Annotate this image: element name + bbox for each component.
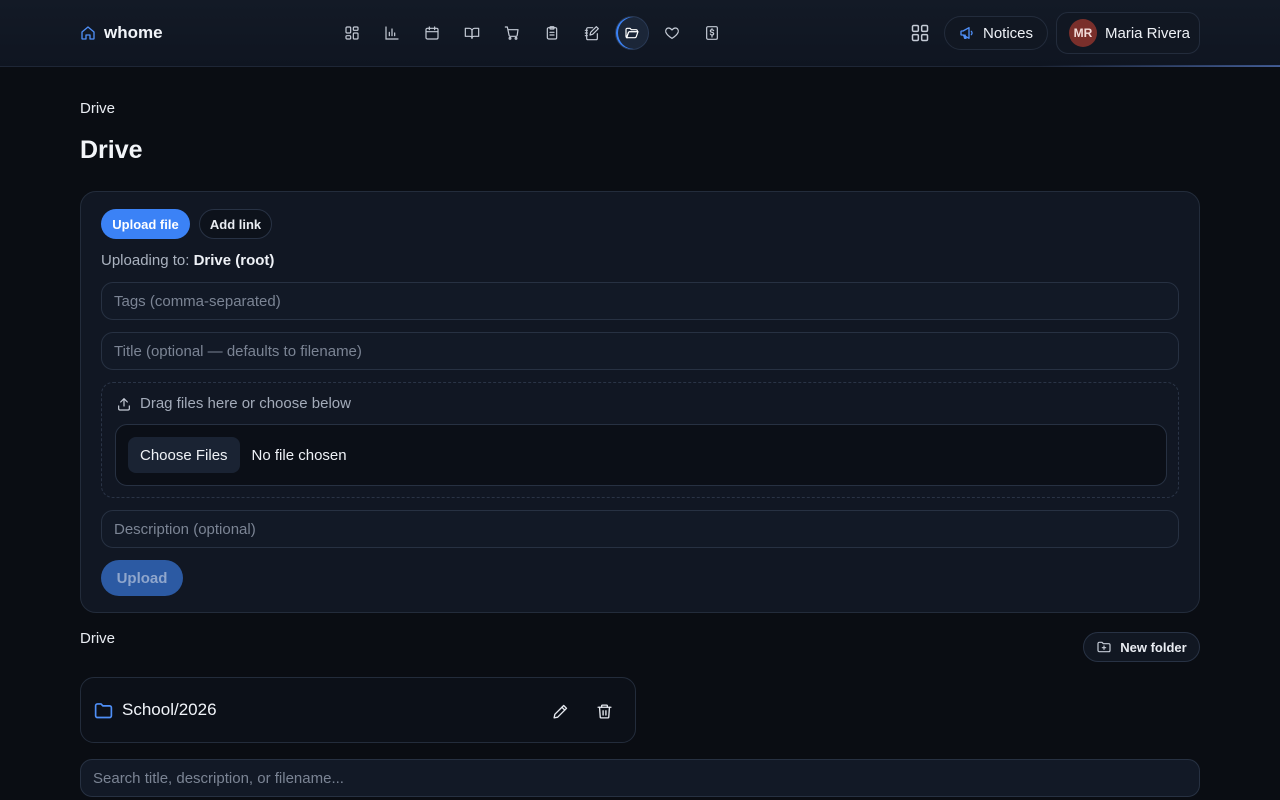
- dashboard-icon[interactable]: [336, 17, 368, 49]
- file-input[interactable]: Choose Files No file chosen: [115, 424, 1167, 486]
- choose-files-button[interactable]: Choose Files: [128, 437, 240, 473]
- page-title: Drive: [80, 136, 143, 164]
- file-dropzone[interactable]: Drag files here or choose below Choose F…: [101, 382, 1179, 498]
- upload-destination-label: Uploading to:: [101, 252, 190, 269]
- budget-icon[interactable]: [696, 17, 728, 49]
- new-folder-label: New folder: [1120, 639, 1187, 655]
- heart-icon[interactable]: [656, 17, 688, 49]
- folder-icon[interactable]: [616, 17, 648, 49]
- folder-name: School/2026: [122, 700, 217, 719]
- upload-panel: Upload file Add link Uploading to: Drive…: [80, 191, 1200, 613]
- user-menu-button[interactable]: MR Maria Rivera: [1056, 12, 1200, 54]
- top-bar: whome Notices MR Maria Rivera: [0, 0, 1280, 67]
- folders-section-label: Drive: [80, 630, 116, 647]
- new-folder-button[interactable]: New folder: [1083, 632, 1200, 662]
- brand-link[interactable]: whome: [80, 22, 163, 44]
- clipboard-icon[interactable]: [536, 17, 568, 49]
- home-icon: [81, 26, 95, 40]
- folder-icon: [94, 703, 113, 719]
- user-name: Maria Rivera: [1105, 24, 1191, 42]
- delete-folder-button[interactable]: [592, 699, 616, 723]
- cart-icon[interactable]: [496, 17, 528, 49]
- tab-add-link[interactable]: Add link: [199, 209, 272, 239]
- brand-name: whome: [104, 23, 163, 42]
- chart-icon[interactable]: [376, 17, 408, 49]
- avatar: MR: [1069, 19, 1097, 47]
- drop-hint-text: Drag files here or choose below: [140, 395, 351, 412]
- trash-icon: [596, 703, 612, 719]
- apps-grid-icon[interactable]: [904, 17, 936, 49]
- upload-destination: Uploading to: Drive (root): [101, 252, 274, 269]
- search-input[interactable]: [80, 759, 1200, 797]
- folder-card[interactable]: School/2026: [80, 677, 636, 743]
- calendar-icon[interactable]: [416, 17, 448, 49]
- notices-label: Notices: [982, 24, 1034, 42]
- main-nav: [336, 17, 728, 49]
- file-status: No file chosen: [251, 446, 347, 464]
- book-icon[interactable]: [456, 17, 488, 49]
- pencil-icon: [552, 704, 567, 719]
- upload-destination-value: Drive (root): [193, 252, 275, 269]
- drop-hint: Drag files here or choose below: [116, 395, 351, 412]
- title-input[interactable]: [101, 332, 1179, 370]
- notices-button[interactable]: Notices: [944, 16, 1048, 50]
- breadcrumb[interactable]: Drive: [80, 100, 115, 117]
- folder-plus-icon: [1097, 641, 1111, 653]
- upload-button[interactable]: Upload: [101, 560, 183, 596]
- tags-input[interactable]: [101, 282, 1179, 320]
- tab-upload-file[interactable]: Upload file: [101, 209, 190, 239]
- megaphone-icon: [960, 27, 973, 39]
- upload-icon: [118, 397, 130, 411]
- description-input[interactable]: [101, 510, 1179, 548]
- notebook-icon[interactable]: [576, 17, 608, 49]
- rename-folder-button[interactable]: [548, 699, 572, 723]
